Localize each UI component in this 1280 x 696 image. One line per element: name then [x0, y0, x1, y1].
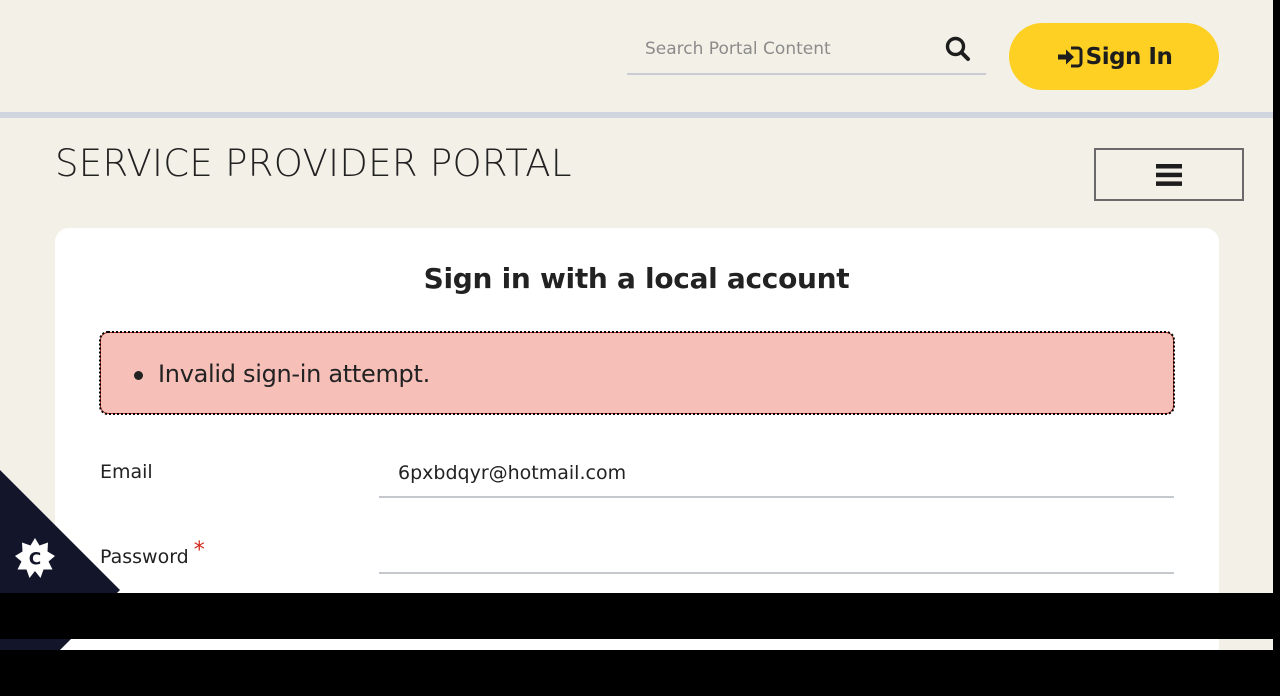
hamburger-menu-icon: [1156, 163, 1182, 186]
overlay-band: [0, 593, 1280, 639]
error-list: Invalid sign-in attempt.: [131, 360, 430, 388]
password-field[interactable]: [379, 526, 1174, 574]
search-input[interactable]: [627, 26, 927, 72]
page-title: SERVICE PROVIDER PORTAL: [55, 142, 572, 185]
email-field[interactable]: [379, 450, 1174, 498]
header-divider: [0, 112, 1273, 118]
cookie-letter: C: [29, 550, 41, 570]
menu-toggle-button[interactable]: [1094, 148, 1244, 201]
cookie-settings-icon[interactable]: C: [14, 537, 56, 579]
overlay-bottom: [0, 650, 1280, 696]
bullet-icon: [134, 371, 143, 380]
scrollbar-gutter: [1273, 0, 1280, 696]
search-bar: [627, 26, 986, 75]
required-marker: *: [193, 538, 205, 563]
site-header: Sign In: [0, 0, 1273, 112]
sign-in-label: Sign In: [1085, 43, 1173, 70]
page: Sign In SERVICE PROVIDER PORTAL Sign in …: [0, 0, 1273, 696]
sign-in-button[interactable]: Sign In: [1009, 23, 1219, 90]
login-card-title: Sign in with a local account: [423, 262, 850, 295]
error-item: Invalid sign-in attempt.: [131, 360, 430, 388]
error-text: Invalid sign-in attempt.: [158, 360, 430, 388]
sign-in-icon: [1057, 46, 1083, 67]
search-button[interactable]: [944, 35, 972, 63]
validation-summary: Invalid sign-in attempt.: [99, 331, 1175, 415]
search-icon: [945, 36, 970, 61]
